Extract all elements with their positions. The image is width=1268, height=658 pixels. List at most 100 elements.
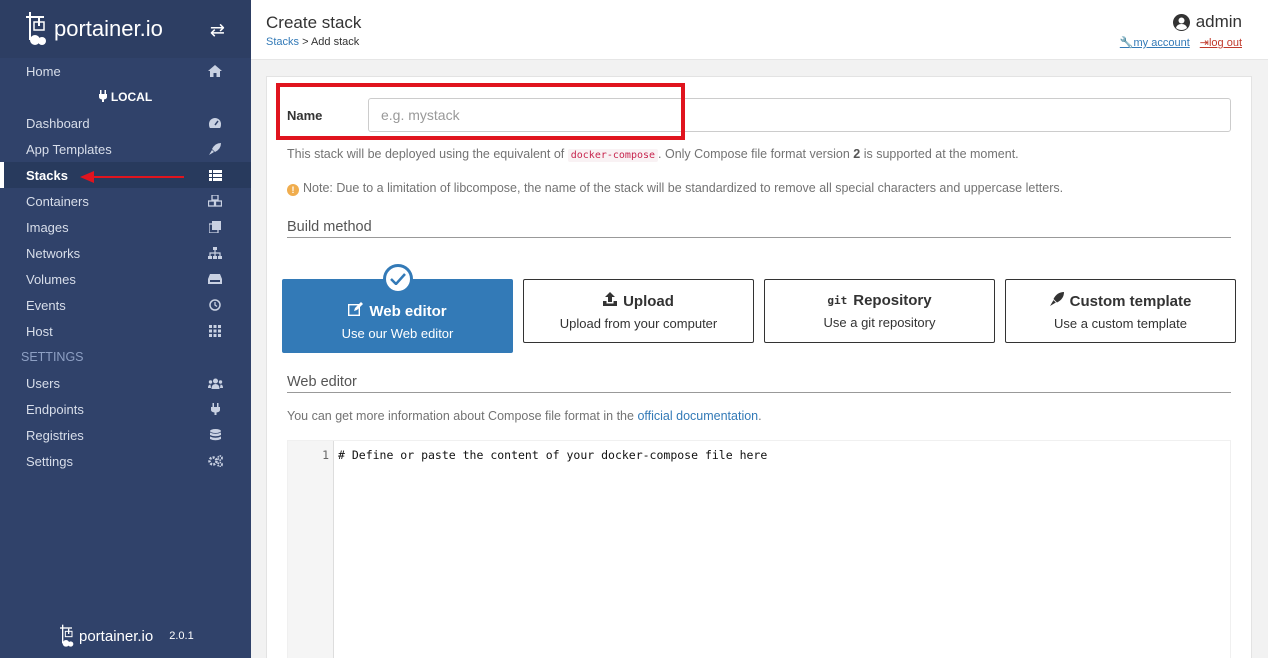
page-title: Create stack — [266, 13, 362, 32]
method-title: Upload — [524, 292, 753, 310]
portainer-crane-icon — [26, 12, 46, 45]
sidebar-item-label: Volumes — [26, 271, 76, 287]
help-version: 2 — [853, 147, 861, 161]
build-method-heading: Build method — [287, 219, 1231, 238]
sign-out-icon: ⇥ — [1199, 37, 1209, 49]
endpoint-name: LOCAL — [110, 90, 153, 104]
user-display: admin — [1172, 12, 1242, 32]
name-input[interactable] — [368, 98, 1231, 132]
breadcrumb-stacks-link[interactable]: Stacks — [266, 36, 299, 48]
cubes-icon — [207, 193, 223, 209]
method-desc: Upload from your computer — [559, 316, 718, 331]
sidebar-item-images[interactable]: Images — [0, 214, 251, 240]
plug-icon — [98, 89, 107, 105]
method-title-text: Web editor — [369, 302, 447, 320]
cogs-icon — [207, 453, 223, 469]
sidebar-item-label: Users — [26, 375, 60, 391]
method-custom-template[interactable]: Custom template Use a custom template — [1005, 279, 1236, 343]
sidebar-item-app-templates[interactable]: App Templates — [0, 136, 251, 162]
my-account-link[interactable]: 🔧my account — [1120, 36, 1190, 49]
page-header: Create stack Stacks > Add stack admin 🔧m… — [251, 0, 1268, 60]
help-code: docker-compose — [567, 149, 659, 162]
settings-section-heading: SETTINGS — [21, 350, 84, 364]
compose-help-text: This stack will be deployed using the eq… — [287, 147, 1019, 162]
method-repository[interactable]: git Repository Use a git repository — [764, 279, 995, 343]
brand-bar: portainer.io ⇄ — [0, 0, 251, 58]
method-desc: Use a git repository — [823, 315, 936, 330]
help-mid: . Only Compose file format version — [658, 147, 850, 161]
user-links: 🔧my account ⇥log out — [1120, 36, 1242, 49]
sidebar-item-dashboard[interactable]: Dashboard — [0, 110, 251, 136]
sidebar-item-home[interactable]: Home — [0, 58, 251, 84]
line-gutter: 1 — [288, 441, 334, 658]
username: admin — [1195, 12, 1242, 31]
sidebar-item-label: Events — [26, 297, 66, 313]
sidebar-item-users[interactable]: Users — [0, 370, 251, 396]
method-title: Custom template — [1006, 292, 1235, 310]
note-text: Note: Due to a limitation of libcompose,… — [303, 181, 1064, 195]
version-label: 2.0.1 — [169, 630, 194, 642]
sidebar-item-events[interactable]: Events — [0, 292, 251, 318]
footer-logo: portainer.io — [60, 624, 153, 648]
sitemap-icon — [207, 245, 223, 261]
user-circle-icon — [1172, 13, 1190, 31]
sidebar-item-registries[interactable]: Registries — [0, 422, 251, 448]
git-icon: git — [827, 294, 848, 307]
footer-brand-name: portainer.io — [79, 627, 154, 645]
sidebar-item-containers[interactable]: Containers — [0, 188, 251, 214]
exclamation-circle-icon: ! — [287, 184, 299, 196]
check-circle-icon — [383, 264, 413, 294]
log-out-link[interactable]: ⇥log out — [1200, 36, 1242, 49]
clone-icon — [207, 219, 223, 235]
rocket-icon — [207, 141, 223, 157]
brand-name: portainer.io — [54, 16, 163, 41]
compose-docs-text: You can get more information about Compo… — [287, 409, 762, 423]
sidebar-item-settings[interactable]: Settings — [0, 448, 251, 474]
dashboard-icon — [207, 115, 223, 131]
line-number: 1 — [322, 448, 329, 462]
sidebar-item-volumes[interactable]: Volumes — [0, 266, 251, 292]
docs-prefix: You can get more information about Compo… — [287, 409, 634, 423]
sidebar-item-networks[interactable]: Networks — [0, 240, 251, 266]
code-editor[interactable]: 1 # Define or paste the content of your … — [287, 440, 1231, 658]
list-icon — [207, 167, 223, 183]
method-desc: Use our Web editor — [341, 326, 454, 341]
method-title-text: Custom template — [1069, 292, 1192, 310]
sidebar: portainer.io ⇄ Home LOCAL Dashboard App … — [0, 0, 251, 658]
method-title-text: Repository — [853, 292, 932, 309]
code-line[interactable]: # Define or paste the content of your do… — [338, 448, 767, 462]
web-editor-heading: Web editor — [287, 374, 1231, 393]
sidebar-item-label: Host — [26, 323, 53, 339]
hdd-icon — [207, 271, 223, 287]
sidebar-item-host[interactable]: Host — [0, 318, 251, 344]
wrench-icon: 🔧 — [1119, 37, 1134, 49]
build-methods: Web editor Use our Web editor Upload Upl… — [282, 264, 1238, 353]
sidebar-item-label: App Templates — [26, 141, 112, 157]
portainer-logo[interactable]: portainer.io — [26, 12, 163, 46]
help-suffix: is supported at the moment. — [863, 147, 1019, 161]
toggle-sidebar-icon[interactable]: ⇄ — [210, 20, 225, 41]
method-upload[interactable]: Upload Upload from your computer — [523, 279, 754, 343]
libcompose-note: ! Note: Due to a limitation of libcompose… — [287, 181, 1063, 196]
sidebar-item-endpoints[interactable]: Endpoints — [0, 396, 251, 422]
sidebar-footer: portainer.io 2.0.1 — [60, 624, 194, 648]
history-icon — [207, 297, 223, 313]
sidebar-item-label: Images — [26, 219, 69, 235]
endpoint-label: LOCAL — [0, 84, 251, 110]
upload-icon — [603, 292, 618, 310]
users-icon — [207, 375, 223, 391]
sidebar-item-label: Containers — [26, 193, 89, 209]
my-account-label: my account — [1133, 37, 1190, 49]
help-prefix: This stack will be deployed using the eq… — [287, 147, 565, 161]
breadcrumb: Stacks > Add stack — [266, 36, 359, 48]
official-documentation-link[interactable]: official documentation — [637, 409, 758, 423]
name-form-row: Name — [287, 97, 1231, 133]
sidebar-item-label: Endpoints — [26, 401, 84, 417]
method-title: git Repository — [765, 292, 994, 309]
sidebar-item-label: Home — [26, 63, 61, 79]
name-label: Name — [287, 107, 323, 123]
edit-icon — [348, 302, 364, 320]
method-title-text: Upload — [623, 292, 674, 310]
method-web-editor[interactable]: Web editor Use our Web editor — [282, 264, 513, 353]
th-icon — [207, 323, 223, 339]
